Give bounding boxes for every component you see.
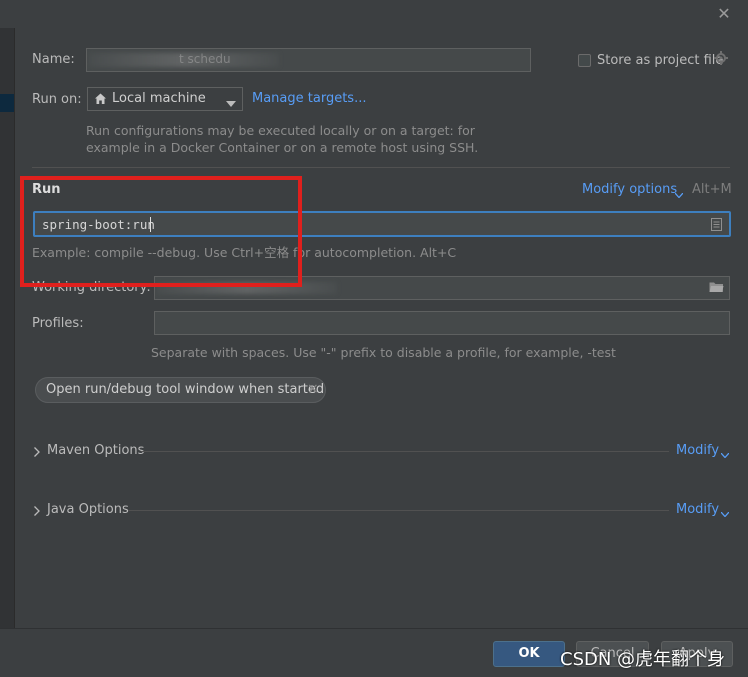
modify-options-shortcut: Alt+M [692,182,732,197]
maven-options-separator [141,451,669,452]
run-on-value: Local machine [112,91,206,106]
separator [32,167,730,168]
run-on-hint-line1: Run configurations may be executed local… [86,123,475,138]
name-value: t schedu [179,52,231,66]
home-icon [94,92,107,109]
name-label: Name: [32,52,75,67]
sidebar-selected-item[interactable] [0,94,14,112]
modify-options-link[interactable]: Modify options [582,182,677,197]
open-tool-window-chip[interactable]: Open run/debug tool window when started … [35,377,326,403]
expand-editor-icon[interactable] [711,218,722,235]
profiles-label: Profiles: [32,316,84,331]
chevron-right-icon[interactable] [34,505,40,520]
configurations-sidebar [0,28,15,628]
store-as-project-file-checkbox[interactable] [578,54,591,67]
chevron-down-icon [674,187,684,202]
gear-icon[interactable] [714,51,730,67]
maven-modify-link[interactable]: Modify [676,443,719,458]
store-as-project-file-label: Store as project file [597,53,724,68]
chevron-down-icon [720,506,730,521]
chip-label: Open run/debug tool window when started [46,382,325,397]
run-on-hint-line2: example in a Docker Container or on a re… [86,140,479,155]
java-modify-link[interactable]: Modify [676,502,719,517]
java-options-label[interactable]: Java Options [47,502,129,517]
chevron-down-icon [720,447,730,462]
profiles-hint: Separate with spaces. Use "-" prefix to … [151,345,616,360]
maven-options-label[interactable]: Maven Options [47,443,144,458]
ok-button[interactable]: OK [493,641,565,667]
run-on-dropdown[interactable]: Local machine [87,87,243,111]
title-bar [0,0,748,28]
run-on-label: Run on: [32,92,82,107]
close-icon[interactable]: ✕ [714,4,734,24]
profiles-field[interactable] [154,311,730,335]
chevron-right-icon[interactable] [34,446,40,461]
chevron-down-icon [226,96,236,111]
java-options-separator [128,510,669,511]
name-field[interactable]: t schedu [86,48,531,72]
manage-targets-link[interactable]: Manage targets... [252,91,366,106]
watermark: CSDN @虎年翻个身 [560,649,726,670]
folder-icon[interactable] [709,281,724,297]
highlight-annotation-box [20,176,302,287]
chip-close-icon[interactable]: × [307,381,319,397]
